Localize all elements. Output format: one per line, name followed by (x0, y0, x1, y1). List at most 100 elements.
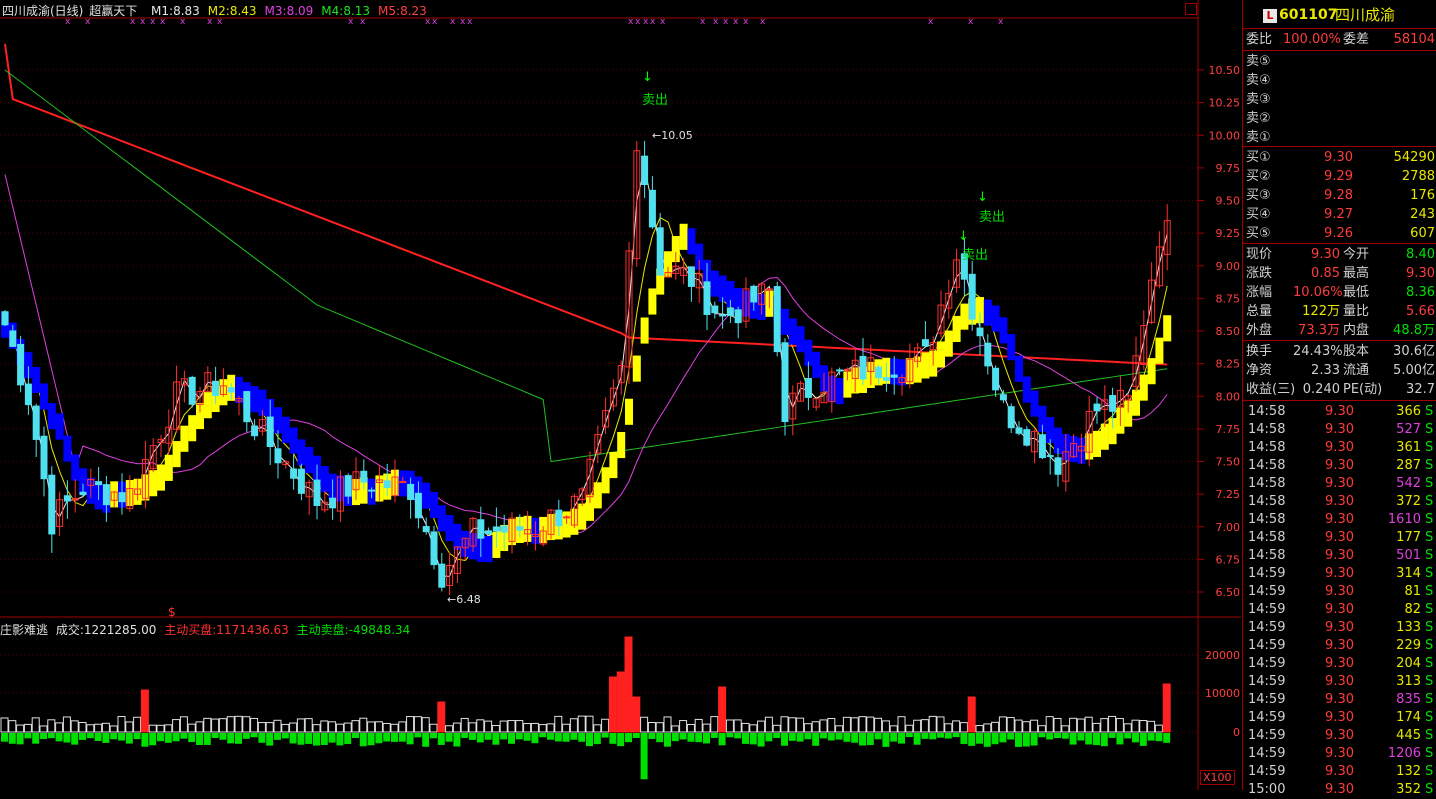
tick-side: S (1425, 620, 1434, 635)
buy-level-volume: 54290 (1393, 150, 1435, 165)
volume-sell-bar (827, 733, 835, 741)
chart-title: 四川成渝(日线) (2, 4, 84, 18)
volume-axis-label: 0 (1233, 726, 1240, 739)
volume-buy-bar (663, 716, 672, 733)
trend-ribbon-block (172, 441, 181, 468)
buy-level-row: 买② 9.29 2788 (1243, 167, 1436, 186)
volume-sell-bar (445, 733, 453, 742)
candle-body (329, 497, 337, 509)
price-axis-label: 7.25 (1216, 488, 1241, 501)
trend-ribbon-block (960, 303, 969, 330)
sell-level-label: 卖① (1246, 130, 1271, 145)
candle-body (251, 425, 259, 437)
trend-ribbon-block (640, 317, 649, 344)
volume-sell-bar (1124, 733, 1132, 739)
dollar-marker: $ (168, 605, 176, 619)
volume-sell-bar (913, 733, 921, 745)
volume-sell-bar (242, 733, 250, 739)
volume-sell-bar (1132, 733, 1139, 743)
kline-chart-area[interactable]: 10.50 10.25 10.00 9.75 9.50 9.25 9.00 8.75 8.50 8… (0, 0, 1241, 790)
ma-label: M5:8.23 (378, 4, 427, 18)
volume-buy-bar (554, 715, 563, 733)
stat-row: 换手 24.43% 股本 30.6亿 (1243, 342, 1436, 361)
volume-sell-bar (110, 733, 118, 740)
candle-body (40, 435, 48, 480)
volume-sell-bar (593, 733, 601, 745)
tick-volume: 445 (1396, 728, 1421, 743)
trend-ribbon-block (47, 403, 56, 430)
volume-buy-bar (1030, 719, 1039, 733)
volume-buy-bar (842, 716, 851, 733)
volume-sell-bar (336, 733, 344, 746)
volume-sell-bar (305, 733, 313, 744)
panel-toggle-icon[interactable] (1185, 3, 1197, 15)
trend-ribbon-block (1139, 374, 1148, 401)
buy-level-label: 买⑤ (1246, 226, 1271, 241)
volume-sell-bar (297, 733, 305, 745)
volume-sell-bar (648, 733, 656, 739)
buy-level-row: 买③ 9.28 176 (1243, 186, 1436, 205)
weibi-label: 委比 (1246, 32, 1273, 47)
price-axis-label: 10.25 (1209, 97, 1241, 110)
tick-row: 14:58 9.30 287 S (1243, 456, 1436, 475)
kline-chart[interactable]: 10.50 10.25 10.00 9.75 9.50 9.25 9.00 8.75 8.50 8… (0, 0, 1241, 790)
volume-buy-bar (905, 724, 914, 733)
buy-level-price: 9.26 (1324, 226, 1353, 241)
tick-price: 9.30 (1325, 746, 1354, 761)
volume-buy-bar (421, 717, 430, 733)
volume-buy-bar (343, 722, 352, 733)
price-axis-label: 9.50 (1216, 195, 1241, 208)
volume-sell-bar (492, 733, 500, 745)
candle-body (79, 491, 87, 496)
volume-axis-label: 10000 (1205, 687, 1240, 700)
stat-label: 量比 (1343, 304, 1370, 319)
volume-buy-bar (686, 724, 695, 733)
volume-sell-bar (16, 733, 24, 745)
volume-buy-bar (265, 722, 274, 733)
volume-sell-bar (812, 733, 820, 746)
ma-label: M1:8.83 (151, 4, 200, 18)
tick-row: 14:59 9.30 229 S (1243, 636, 1436, 655)
volume-axis-label: 20000 (1205, 649, 1240, 662)
trend-ribbon-block (453, 523, 462, 550)
volume-sell-bar (937, 733, 944, 738)
stat-value: 32.7 (1406, 382, 1435, 397)
tick-volume: 287 (1396, 458, 1421, 473)
trend-ribbon-block (63, 435, 72, 462)
tick-price: 9.30 (1325, 674, 1354, 689)
signal-x-marker: x (635, 17, 641, 27)
volume-buy-bar (944, 723, 953, 733)
volume-sell-bar (63, 733, 71, 743)
volume-buy-bar (429, 723, 438, 733)
tick-row: 14:58 9.30 501 S (1243, 546, 1436, 565)
volume-sell-bar (851, 733, 859, 743)
sell-level-row: 卖② (1243, 109, 1436, 128)
candle-body (999, 394, 1007, 401)
volume-buy-bar (959, 722, 968, 733)
volume-sell-bar (586, 733, 593, 747)
volume-buy-bar (819, 719, 828, 733)
volume-sell-bar (24, 733, 32, 739)
signal-x-marker: x (628, 17, 634, 27)
trend-ribbon-block (991, 305, 1000, 332)
candle-body (414, 492, 422, 519)
volume-buy-bar (226, 716, 235, 733)
tick-volume: 82 (1404, 602, 1421, 617)
volume-buy-bar (647, 721, 656, 733)
tick-price: 9.30 (1325, 476, 1354, 491)
stat-value: 8.40 (1406, 247, 1435, 262)
tick-price: 9.30 (1325, 692, 1354, 707)
ma-label: M2:8.43 (207, 4, 257, 18)
tick-time: 14:59 (1248, 638, 1286, 653)
tick-row: 14:58 9.30 1610 S (1243, 510, 1436, 529)
volume-buy-bar (187, 723, 196, 733)
trend-ribbon-block (796, 326, 805, 353)
trend-ribbon-block (632, 355, 641, 382)
tick-volume: 1206 (1387, 746, 1421, 761)
volume-buy-bar (211, 718, 220, 733)
volume-sell-bar (796, 733, 804, 742)
volume-sell-bar (508, 733, 515, 744)
tick-volume: 313 (1396, 674, 1421, 689)
volume-buy-bar (546, 723, 555, 733)
volume-sell-bar (539, 733, 547, 738)
